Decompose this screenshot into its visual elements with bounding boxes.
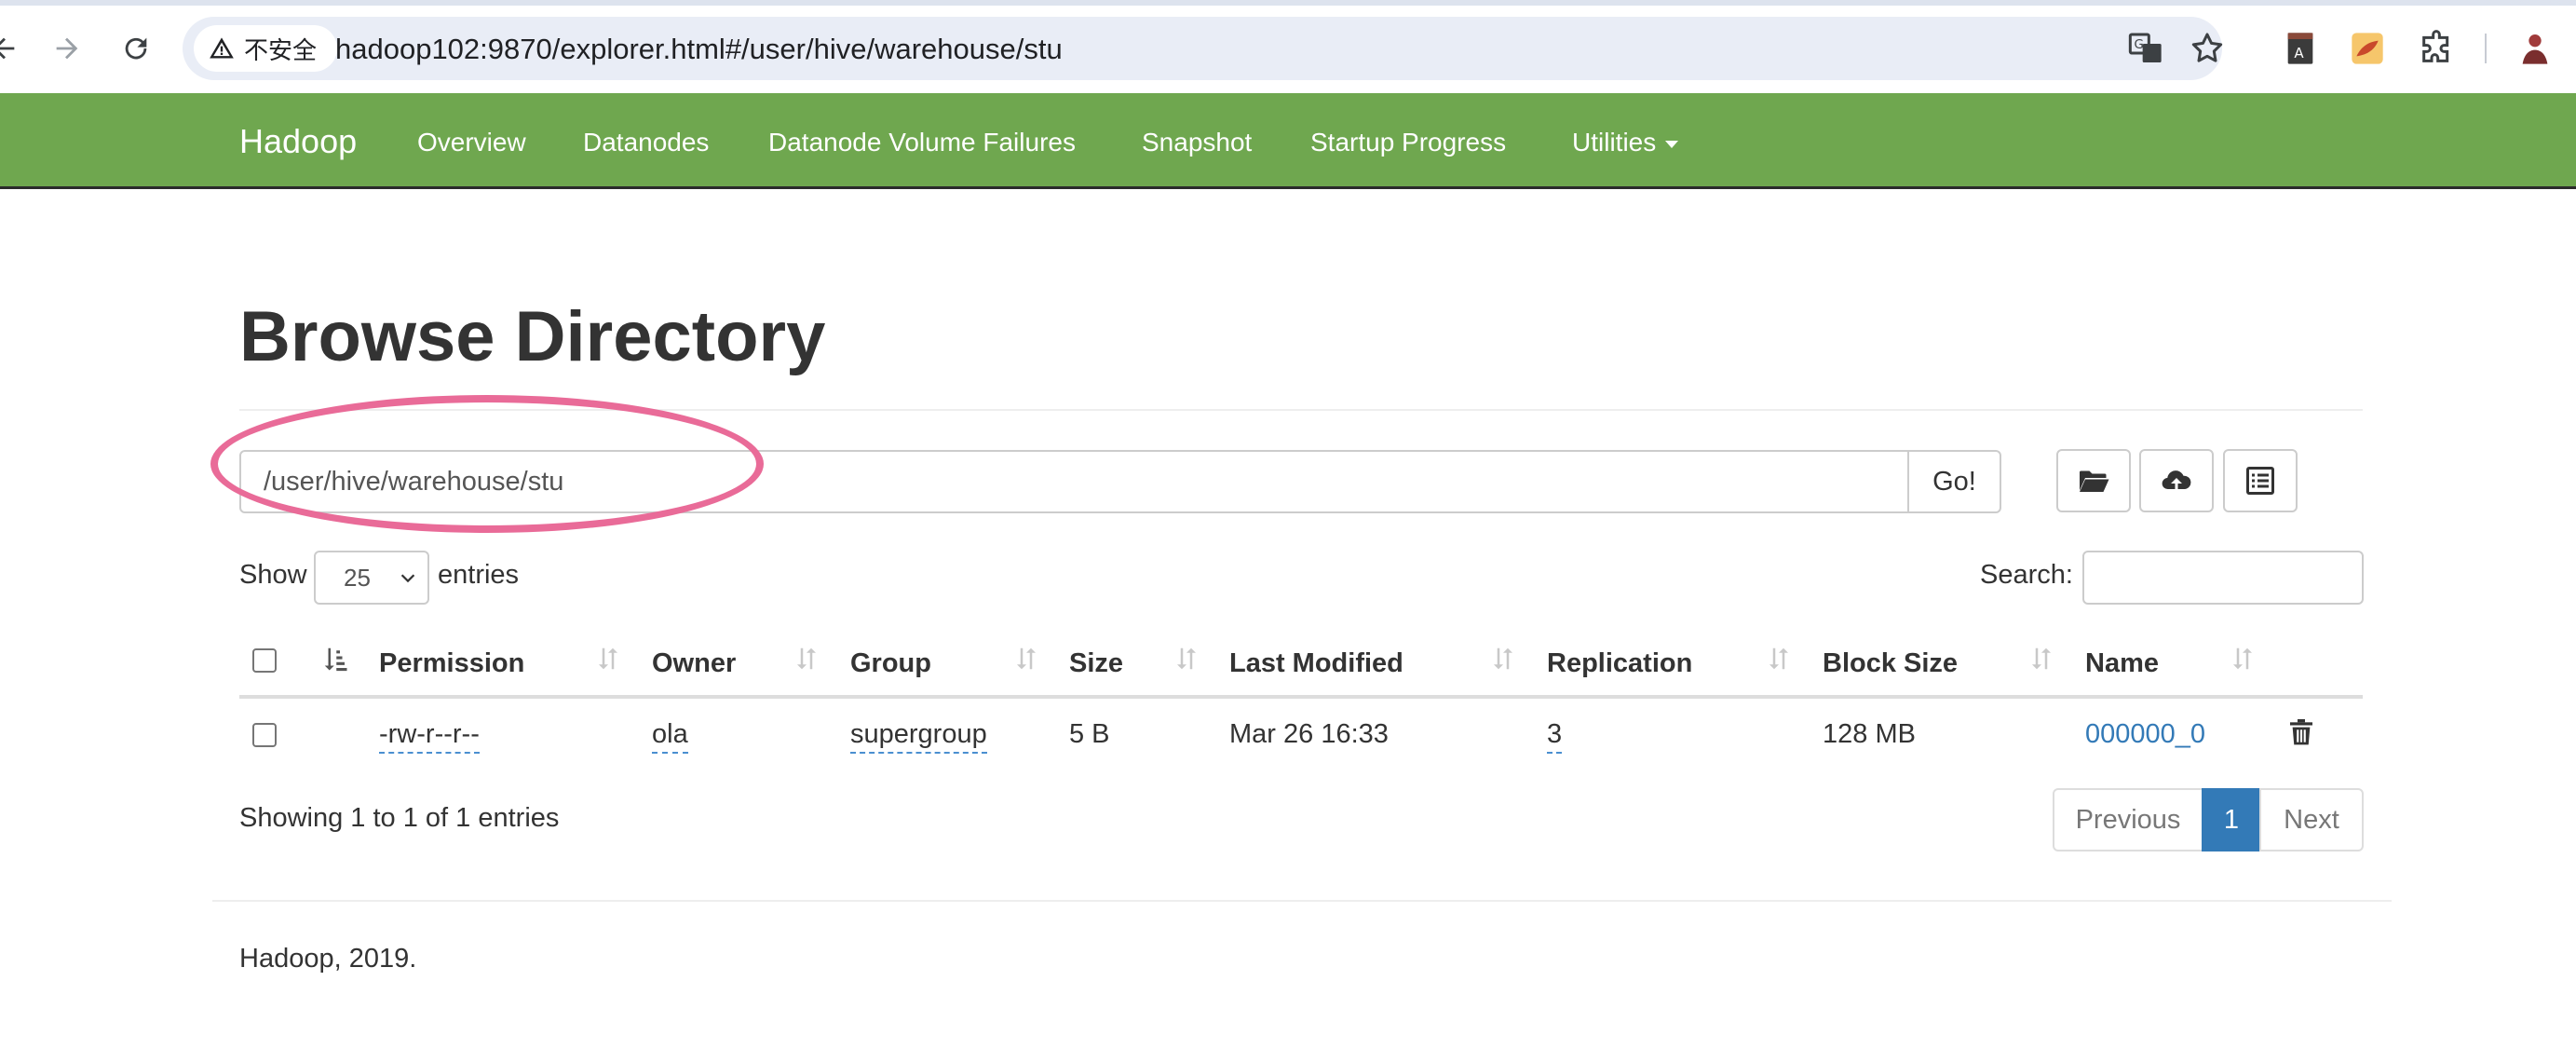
pagination-page-1[interactable]: 1 — [2202, 788, 2261, 851]
cell-name-link[interactable]: 000000_0 — [2085, 719, 2205, 750]
cell-replication[interactable]: 3 — [1547, 719, 1563, 754]
security-label: 不安全 — [244, 35, 318, 64]
cell-group[interactable]: supergroup — [850, 719, 987, 754]
trash-icon[interactable] — [2286, 715, 2316, 749]
footer-divider — [212, 900, 2392, 902]
pagination-previous[interactable]: Previous — [2053, 788, 2203, 851]
bookmark-star-icon[interactable] — [2189, 30, 2226, 67]
title-divider — [239, 409, 2363, 411]
pagination-next[interactable]: Next — [2259, 788, 2364, 851]
column-header-group[interactable]: Group — [850, 648, 931, 679]
warning-triangle-icon — [210, 37, 234, 59]
entries-label: entries — [438, 560, 520, 590]
reload-icon[interactable] — [112, 24, 160, 73]
column-header-size[interactable]: Size — [1069, 648, 1123, 679]
cell-permission[interactable]: -rw-r--r-- — [379, 719, 480, 754]
cell-owner[interactable]: ola — [652, 719, 688, 754]
cut-paste-button[interactable] — [2223, 449, 2298, 512]
address-bar[interactable]: 不安全 hadoop102:9870/explorer.html#/user/h… — [183, 17, 2223, 80]
table-info: Showing 1 to 1 of 1 entries — [239, 803, 560, 833]
sort-both-icon[interactable] — [594, 643, 622, 674]
sort-both-icon[interactable] — [1012, 643, 1040, 674]
extension-fox-icon[interactable] — [2349, 30, 2386, 67]
svg-text:G: G — [2135, 38, 2144, 52]
entries-per-page-select[interactable]: 25 — [314, 551, 429, 605]
nav-utilities-dropdown[interactable]: Utilities — [1572, 128, 1679, 157]
go-button[interactable]: Go! — [1907, 450, 2001, 513]
folder-open-icon — [2080, 470, 2109, 492]
list-alt-icon — [2246, 467, 2274, 495]
hadoop-navbar: Hadoop Overview Datanodes Datanode Volum… — [0, 93, 2576, 189]
nav-snapshot[interactable]: Snapshot — [1142, 128, 1252, 157]
directory-path-input[interactable] — [239, 450, 1909, 513]
cell-last-modified: Mar 26 16:33 — [1229, 719, 1389, 749]
cloud-upload-icon — [2162, 470, 2191, 491]
column-header-owner[interactable]: Owner — [652, 648, 736, 679]
toolbar-divider — [2485, 34, 2487, 63]
sort-both-icon[interactable] — [793, 643, 820, 674]
nav-utilities-label: Utilities — [1572, 128, 1657, 157]
nav-startup-progress[interactable]: Startup Progress — [1310, 128, 1506, 157]
entries-per-page-value: 25 — [344, 563, 371, 592]
page-title: Browse Directory — [239, 297, 826, 376]
browser-toolbar: 不安全 hadoop102:9870/explorer.html#/user/h… — [0, 0, 2576, 93]
upload-button[interactable] — [2139, 449, 2214, 512]
navbar-brand[interactable]: Hadoop — [239, 122, 357, 161]
search-label: Search: — [1980, 560, 2073, 590]
extensions-puzzle-icon[interactable] — [2418, 30, 2455, 67]
row-checkbox[interactable] — [252, 723, 277, 747]
url-text[interactable]: hadoop102:9870/explorer.html#/user/hive/… — [335, 33, 1063, 66]
forward-arrow-icon[interactable] — [43, 24, 91, 73]
sort-both-icon[interactable] — [2027, 643, 2055, 674]
sort-both-icon[interactable] — [2229, 643, 2257, 674]
select-all-checkbox[interactable] — [252, 648, 277, 673]
sort-both-icon[interactable] — [1173, 643, 1200, 674]
nav-overview[interactable]: Overview — [417, 128, 526, 157]
sort-both-icon[interactable] — [1489, 643, 1517, 674]
back-arrow-icon[interactable] — [0, 24, 28, 73]
sort-ascending-icon[interactable] — [321, 643, 349, 674]
table-header-divider — [239, 695, 2363, 699]
path-input-group: Go! — [239, 450, 2001, 513]
nav-datanodes[interactable]: Datanodes — [583, 128, 709, 157]
nav-datanode-volume-failures[interactable]: Datanode Volume Failures — [768, 128, 1076, 157]
extension-book-icon[interactable]: A — [2282, 30, 2319, 67]
tab-strip-edge — [0, 0, 2576, 6]
cell-block-size: 128 MB — [1823, 719, 1916, 749]
column-header-replication[interactable]: Replication — [1547, 648, 1692, 679]
sort-both-icon[interactable] — [1765, 643, 1793, 674]
profile-avatar-icon[interactable] — [2516, 30, 2554, 67]
caret-down-icon — [1665, 140, 1679, 148]
footer-copyright: Hadoop, 2019. — [239, 944, 417, 974]
search-input[interactable] — [2082, 551, 2364, 605]
create-directory-button[interactable] — [2056, 449, 2131, 512]
column-header-last-modified[interactable]: Last Modified — [1229, 648, 1403, 679]
svg-text:A: A — [2294, 45, 2304, 61]
column-header-permission[interactable]: Permission — [379, 648, 524, 679]
column-header-name[interactable]: Name — [2085, 648, 2159, 679]
security-chip[interactable]: 不安全 — [194, 25, 338, 72]
cell-size: 5 B — [1069, 719, 1110, 749]
chevron-down-icon — [400, 574, 415, 583]
show-label: Show — [239, 560, 307, 590]
column-header-block-size[interactable]: Block Size — [1823, 648, 1958, 679]
translate-icon[interactable]: G — [2127, 30, 2164, 67]
